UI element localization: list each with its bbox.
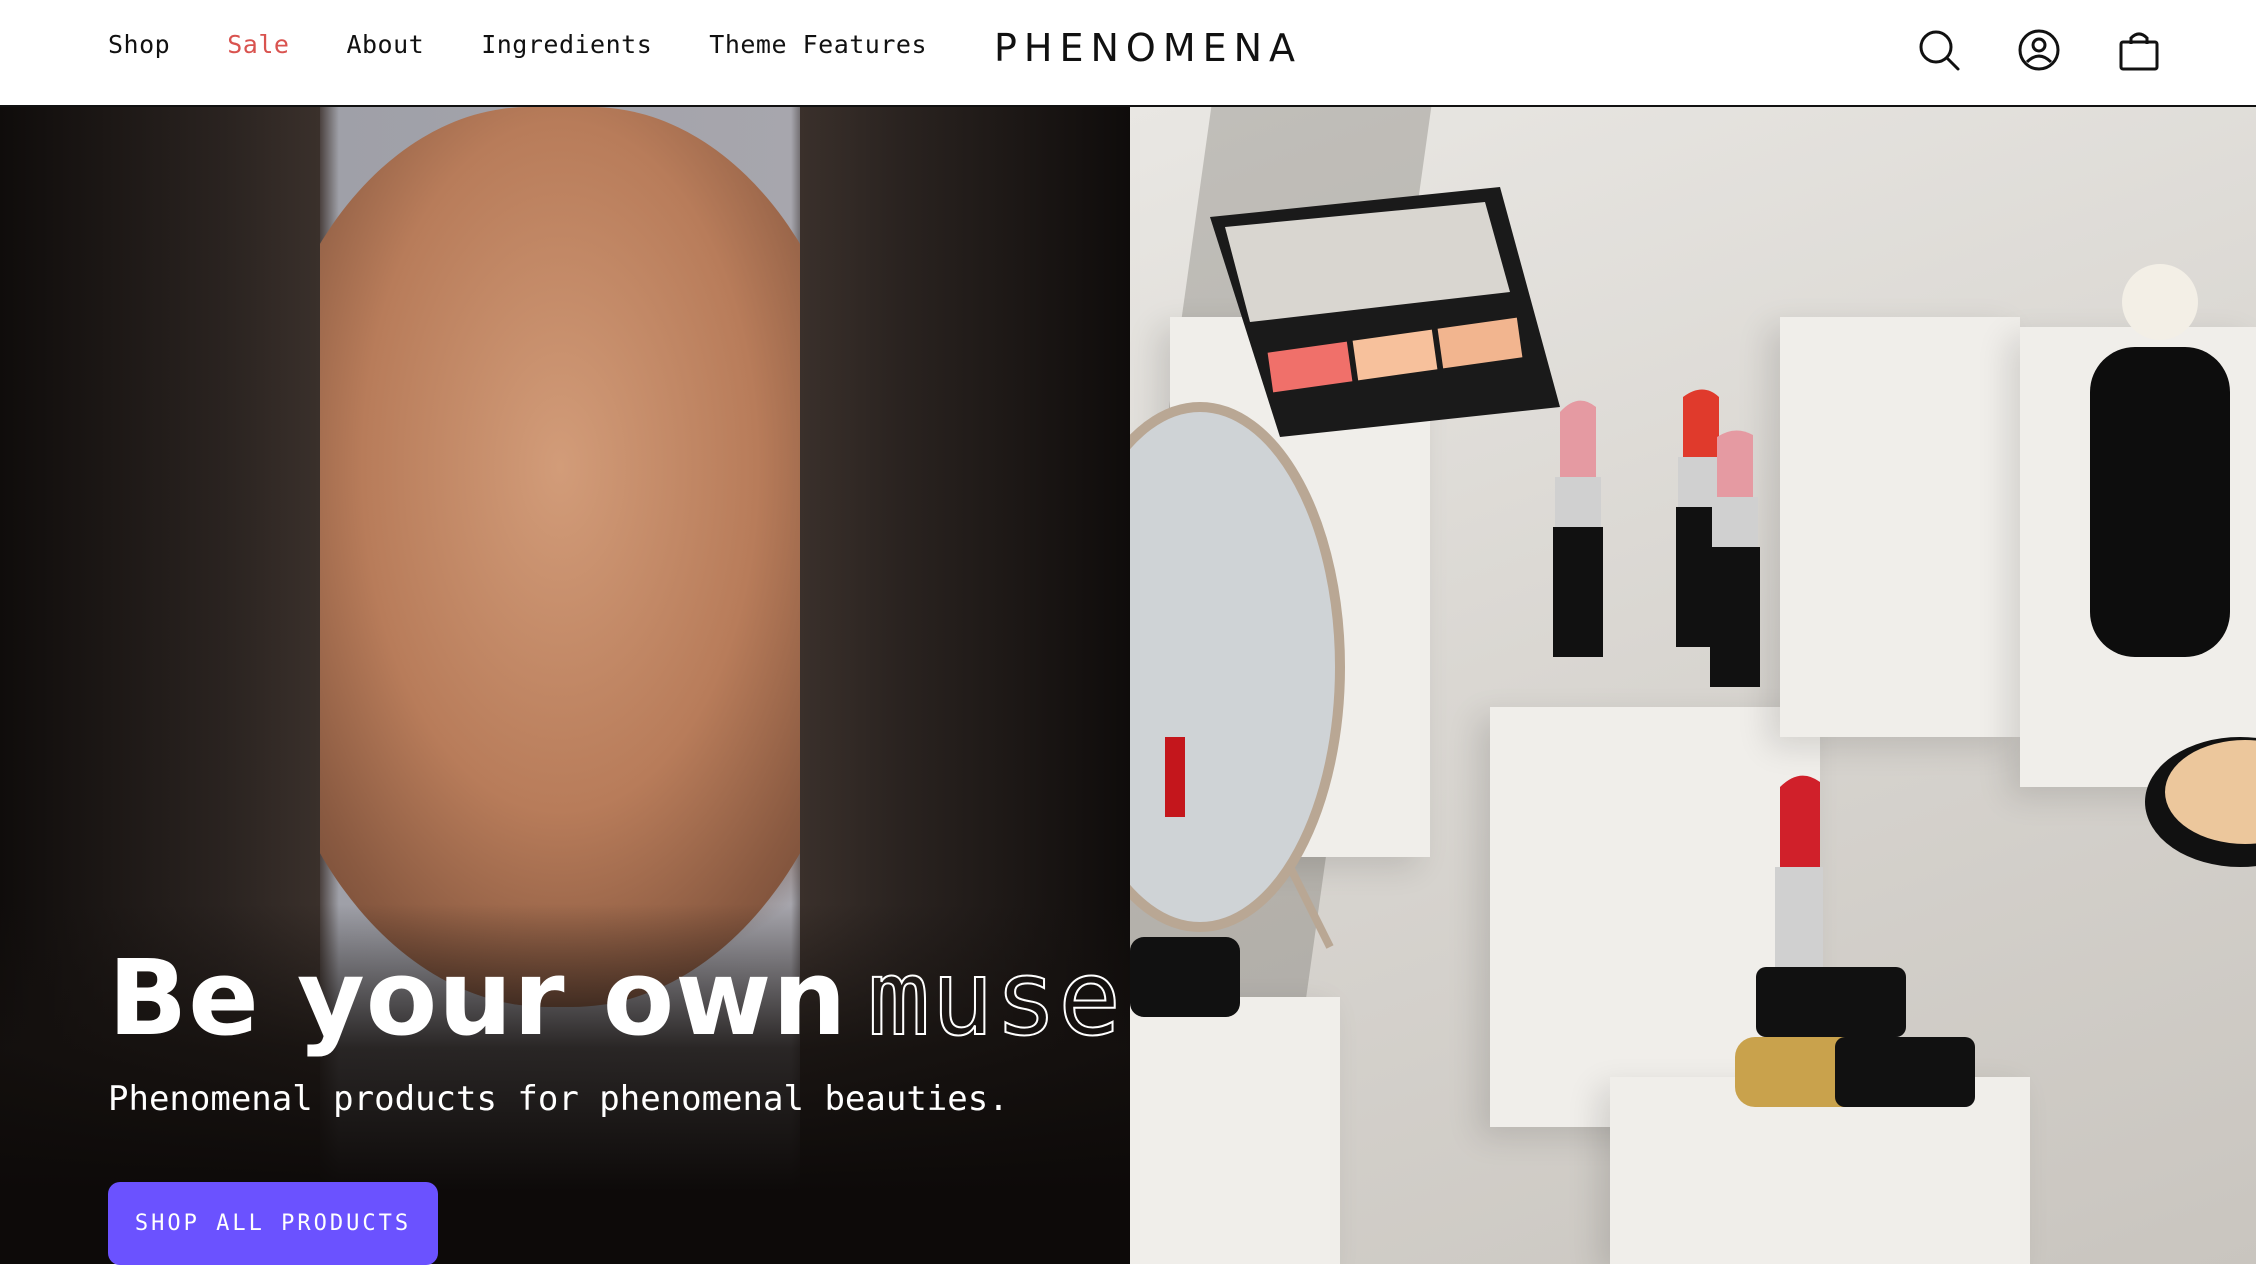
lipstick-pink <box>1553 400 1603 657</box>
lipstick-pink-2 <box>1710 430 1760 687</box>
hero-headline: Be your own muse <box>108 936 1122 1060</box>
hero-subtitle: Phenomenal products for phenomenal beaut… <box>108 1079 1009 1119</box>
makeup-palette <box>1210 187 1560 437</box>
lipstick-cap <box>1130 937 1240 1017</box>
nav-ingredients[interactable]: Ingredients <box>481 30 652 59</box>
perfume-bottle <box>2090 264 2230 657</box>
brand-logo[interactable]: PHENOMENA <box>994 26 1302 70</box>
headline-outline: muse <box>866 936 1122 1060</box>
shop-all-products-button[interactable]: SHOP ALL PRODUCTS <box>108 1182 438 1265</box>
search-icon[interactable] <box>1917 28 1961 72</box>
nav-about[interactable]: About <box>346 30 424 59</box>
nav-theme-features[interactable]: Theme Features <box>709 30 927 59</box>
products-illustration <box>1130 187 2256 1107</box>
header-icons <box>1917 28 2161 72</box>
nav-shop[interactable]: Shop <box>108 30 170 59</box>
site-header: Shop Sale About Ingredients Theme Featur… <box>0 0 2256 107</box>
nav-sale[interactable]: Sale <box>227 30 289 59</box>
cart-icon[interactable] <box>2117 28 2161 72</box>
powder-compact <box>2145 737 2256 867</box>
account-icon[interactable] <box>2017 28 2061 72</box>
main-nav: Shop Sale About Ingredients Theme Featur… <box>108 30 984 59</box>
hero-section: Be your own muse Phenomenal products for … <box>0 107 2256 1265</box>
hero-products-image <box>1130 107 2256 1264</box>
hand-mirror <box>1130 402 1345 949</box>
headline-bold: Be your own <box>108 937 848 1059</box>
portrait-face <box>250 107 870 1007</box>
lipstick-red-front <box>1735 775 1975 1107</box>
